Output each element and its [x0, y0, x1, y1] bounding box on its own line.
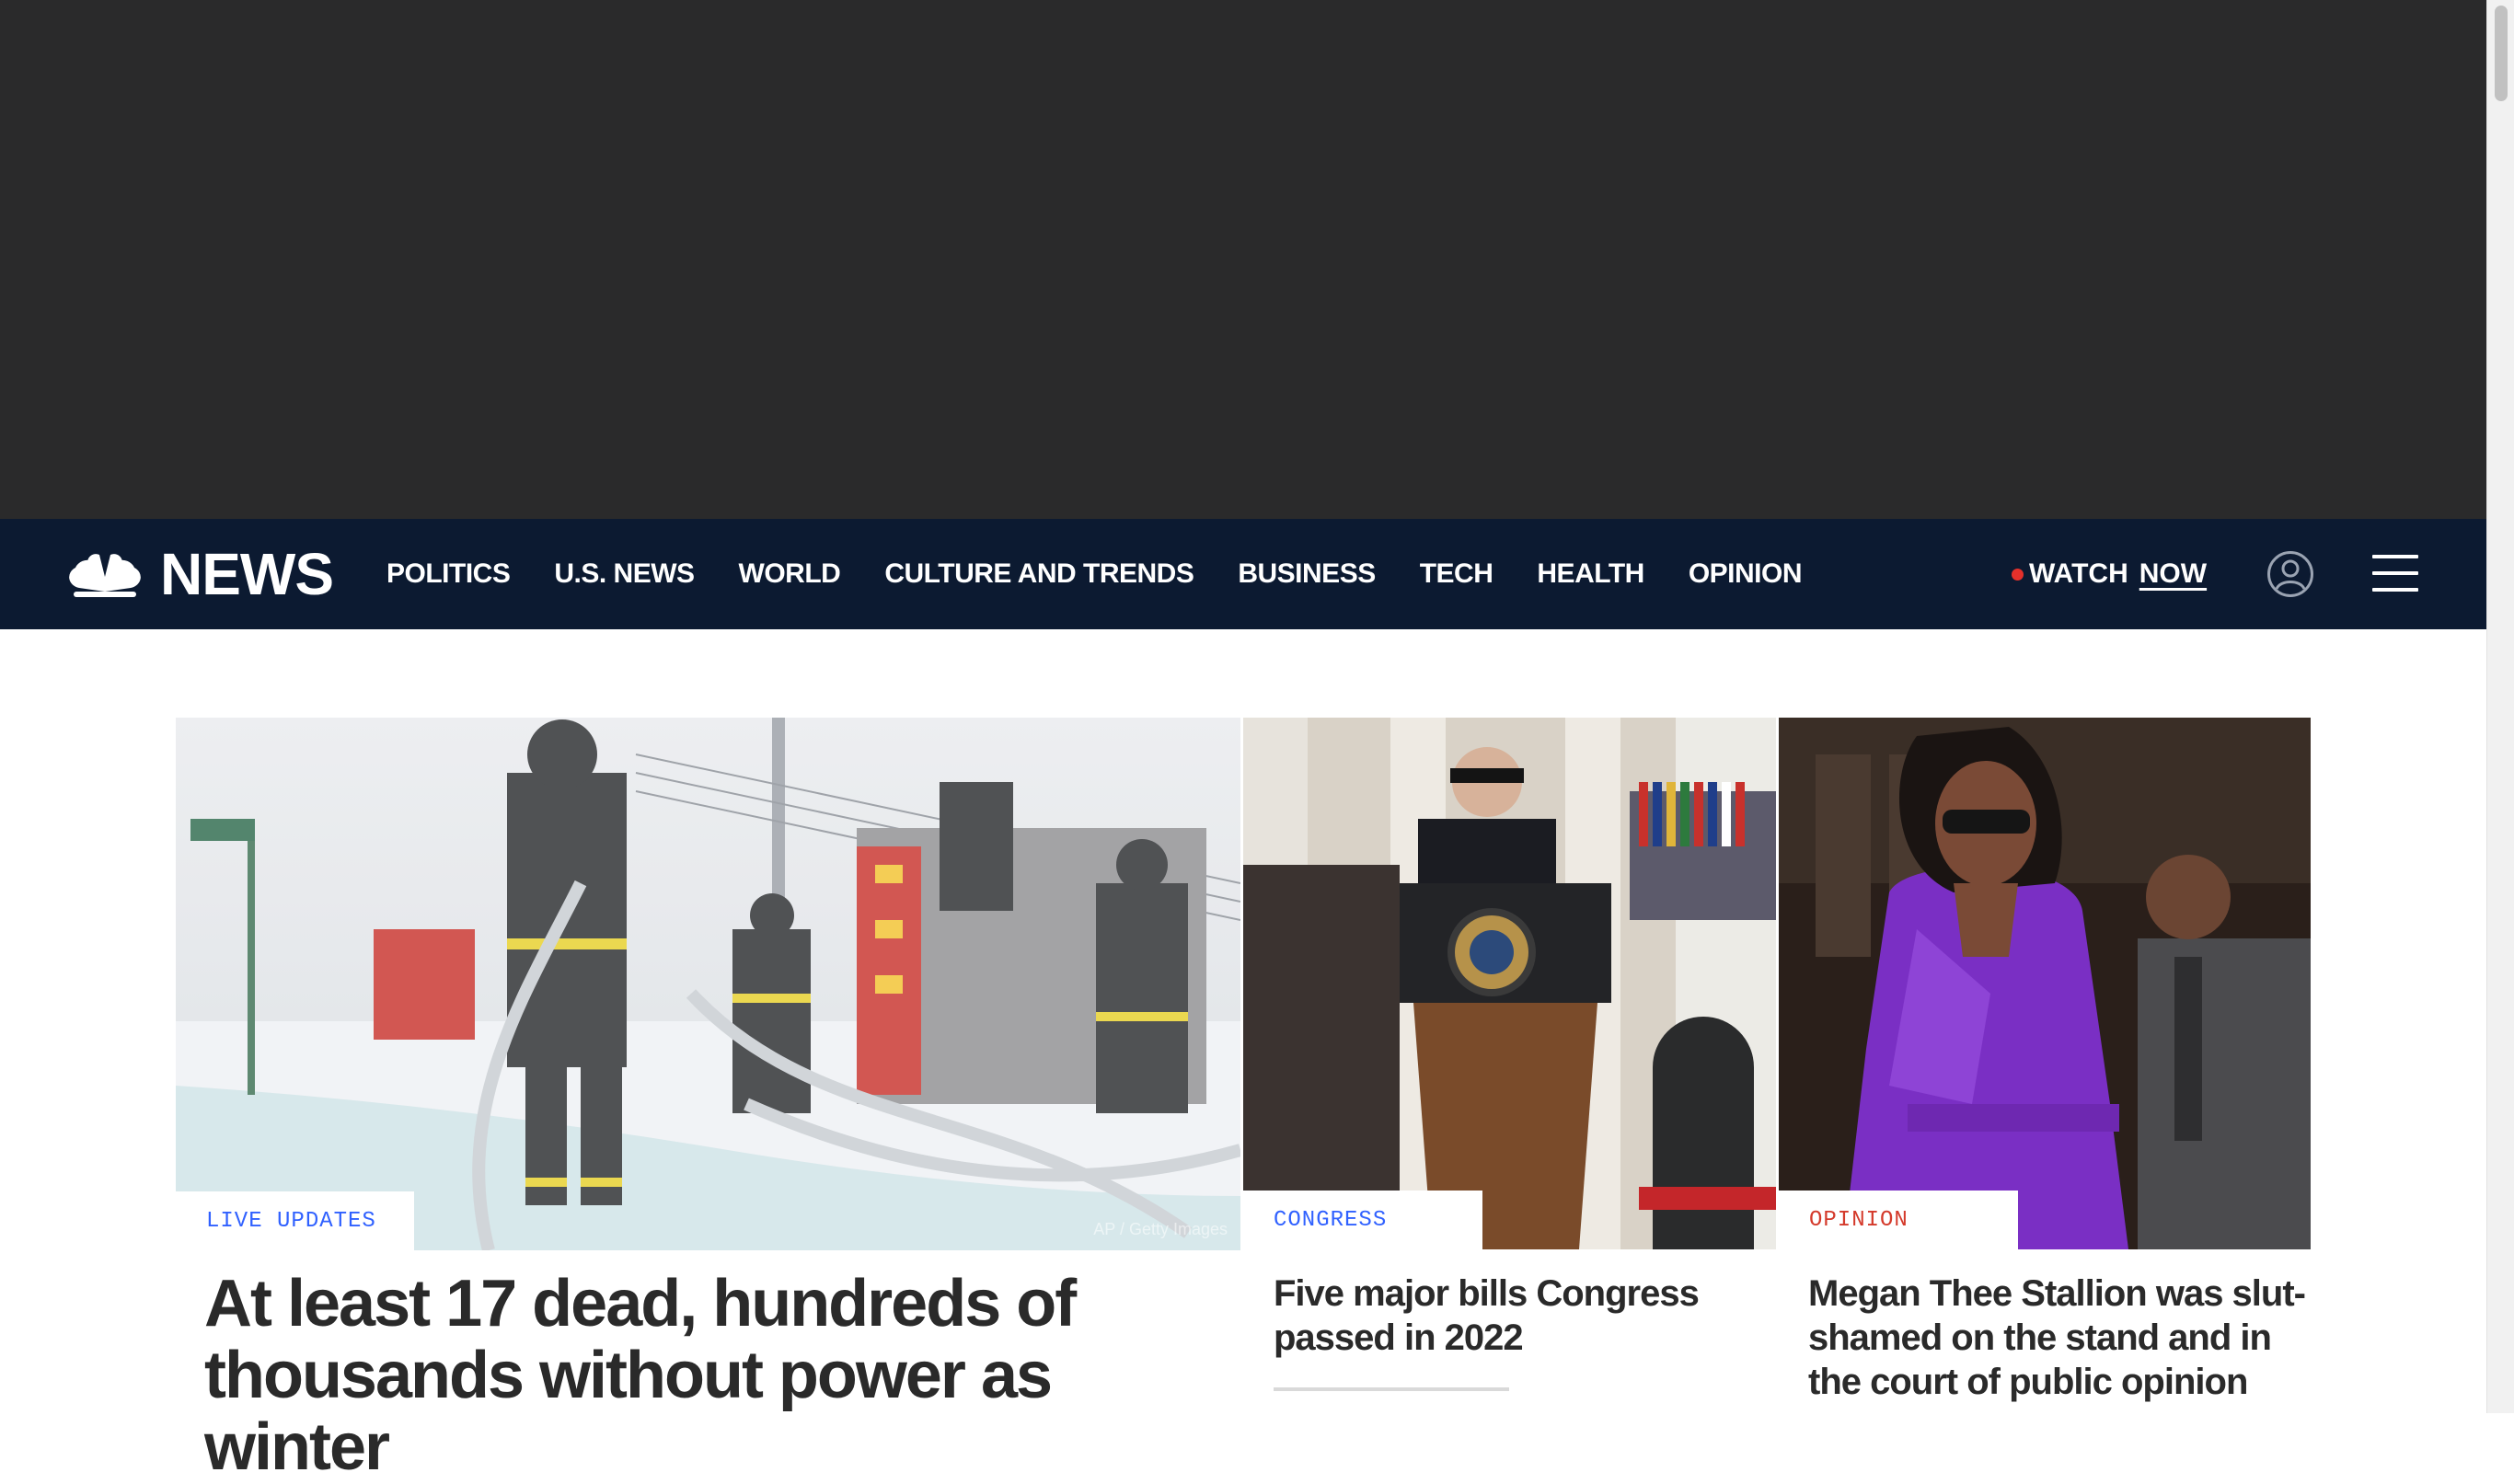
page-scrollbar[interactable]	[2486, 0, 2514, 1413]
watch-label: WATCH	[2029, 558, 2128, 589]
now-label: NOW	[2139, 558, 2208, 589]
headline-divider	[1274, 1387, 1509, 1391]
account-icon[interactable]	[2266, 550, 2314, 598]
nav-link-us-news[interactable]: U.S. NEWS	[554, 558, 695, 590]
watch-now-link[interactable]: WATCH NOW	[2012, 519, 2207, 629]
courthouse-photo	[1779, 718, 2311, 1249]
opinion-label-box: OPINION	[1779, 1191, 2018, 1249]
congress-label-box: CONGRESS	[1243, 1191, 1482, 1249]
nav-link-politics[interactable]: POLITICS	[386, 558, 511, 590]
nav-link-opinion[interactable]: OPINION	[1689, 558, 1803, 590]
live-dot-icon	[2012, 568, 2024, 581]
lead-story-image[interactable]: AP / Getty Images	[176, 718, 1240, 1250]
winter-storm-photo	[176, 718, 1240, 1250]
main-navbar: NEWS POLITICS U.S. NEWS WORLD CULTURE AN…	[0, 519, 2486, 629]
opinion-story-image[interactable]	[1779, 718, 2311, 1249]
story-label-congress[interactable]: CONGRESS	[1274, 1208, 1387, 1233]
congress-story-image[interactable]	[1243, 718, 1776, 1249]
advertisement-area	[0, 0, 2486, 519]
president-podium-photo	[1243, 718, 1776, 1249]
hamburger-menu-icon[interactable]	[2372, 555, 2418, 593]
story-label-opinion[interactable]: OPINION	[1809, 1208, 1909, 1233]
congress-headline[interactable]: Five major bills Congress passed in 2022	[1274, 1271, 1752, 1360]
section-nav: POLITICS U.S. NEWS WORLD CULTURE AND TRE…	[386, 519, 1803, 629]
nav-link-health[interactable]: HEALTH	[1537, 558, 1644, 590]
story-label-live-updates[interactable]: LIVE UPDATES	[206, 1209, 376, 1234]
lead-story-headline[interactable]: At least 17 dead, hundreds of thousands …	[204, 1268, 1180, 1483]
nbc-news-logo[interactable]: NEWS	[66, 541, 334, 607]
brand-name: NEWS	[160, 541, 334, 607]
nav-link-world[interactable]: WORLD	[739, 558, 841, 590]
lead-story-label-box: LIVE UPDATES	[176, 1191, 414, 1250]
nav-link-culture-and-trends[interactable]: CULTURE AND TRENDS	[884, 558, 1194, 590]
opinion-headline[interactable]: Megan Thee Stallion was slut-shamed on t…	[1808, 1271, 2306, 1404]
nav-link-tech[interactable]: TECH	[1420, 558, 1493, 590]
nbc-peacock-icon	[69, 554, 141, 597]
nav-link-business[interactable]: BUSINESS	[1238, 558, 1376, 590]
image-credit: AP / Getty Images	[1093, 1220, 1228, 1238]
scrollbar-thumb[interactable]	[2495, 6, 2508, 101]
